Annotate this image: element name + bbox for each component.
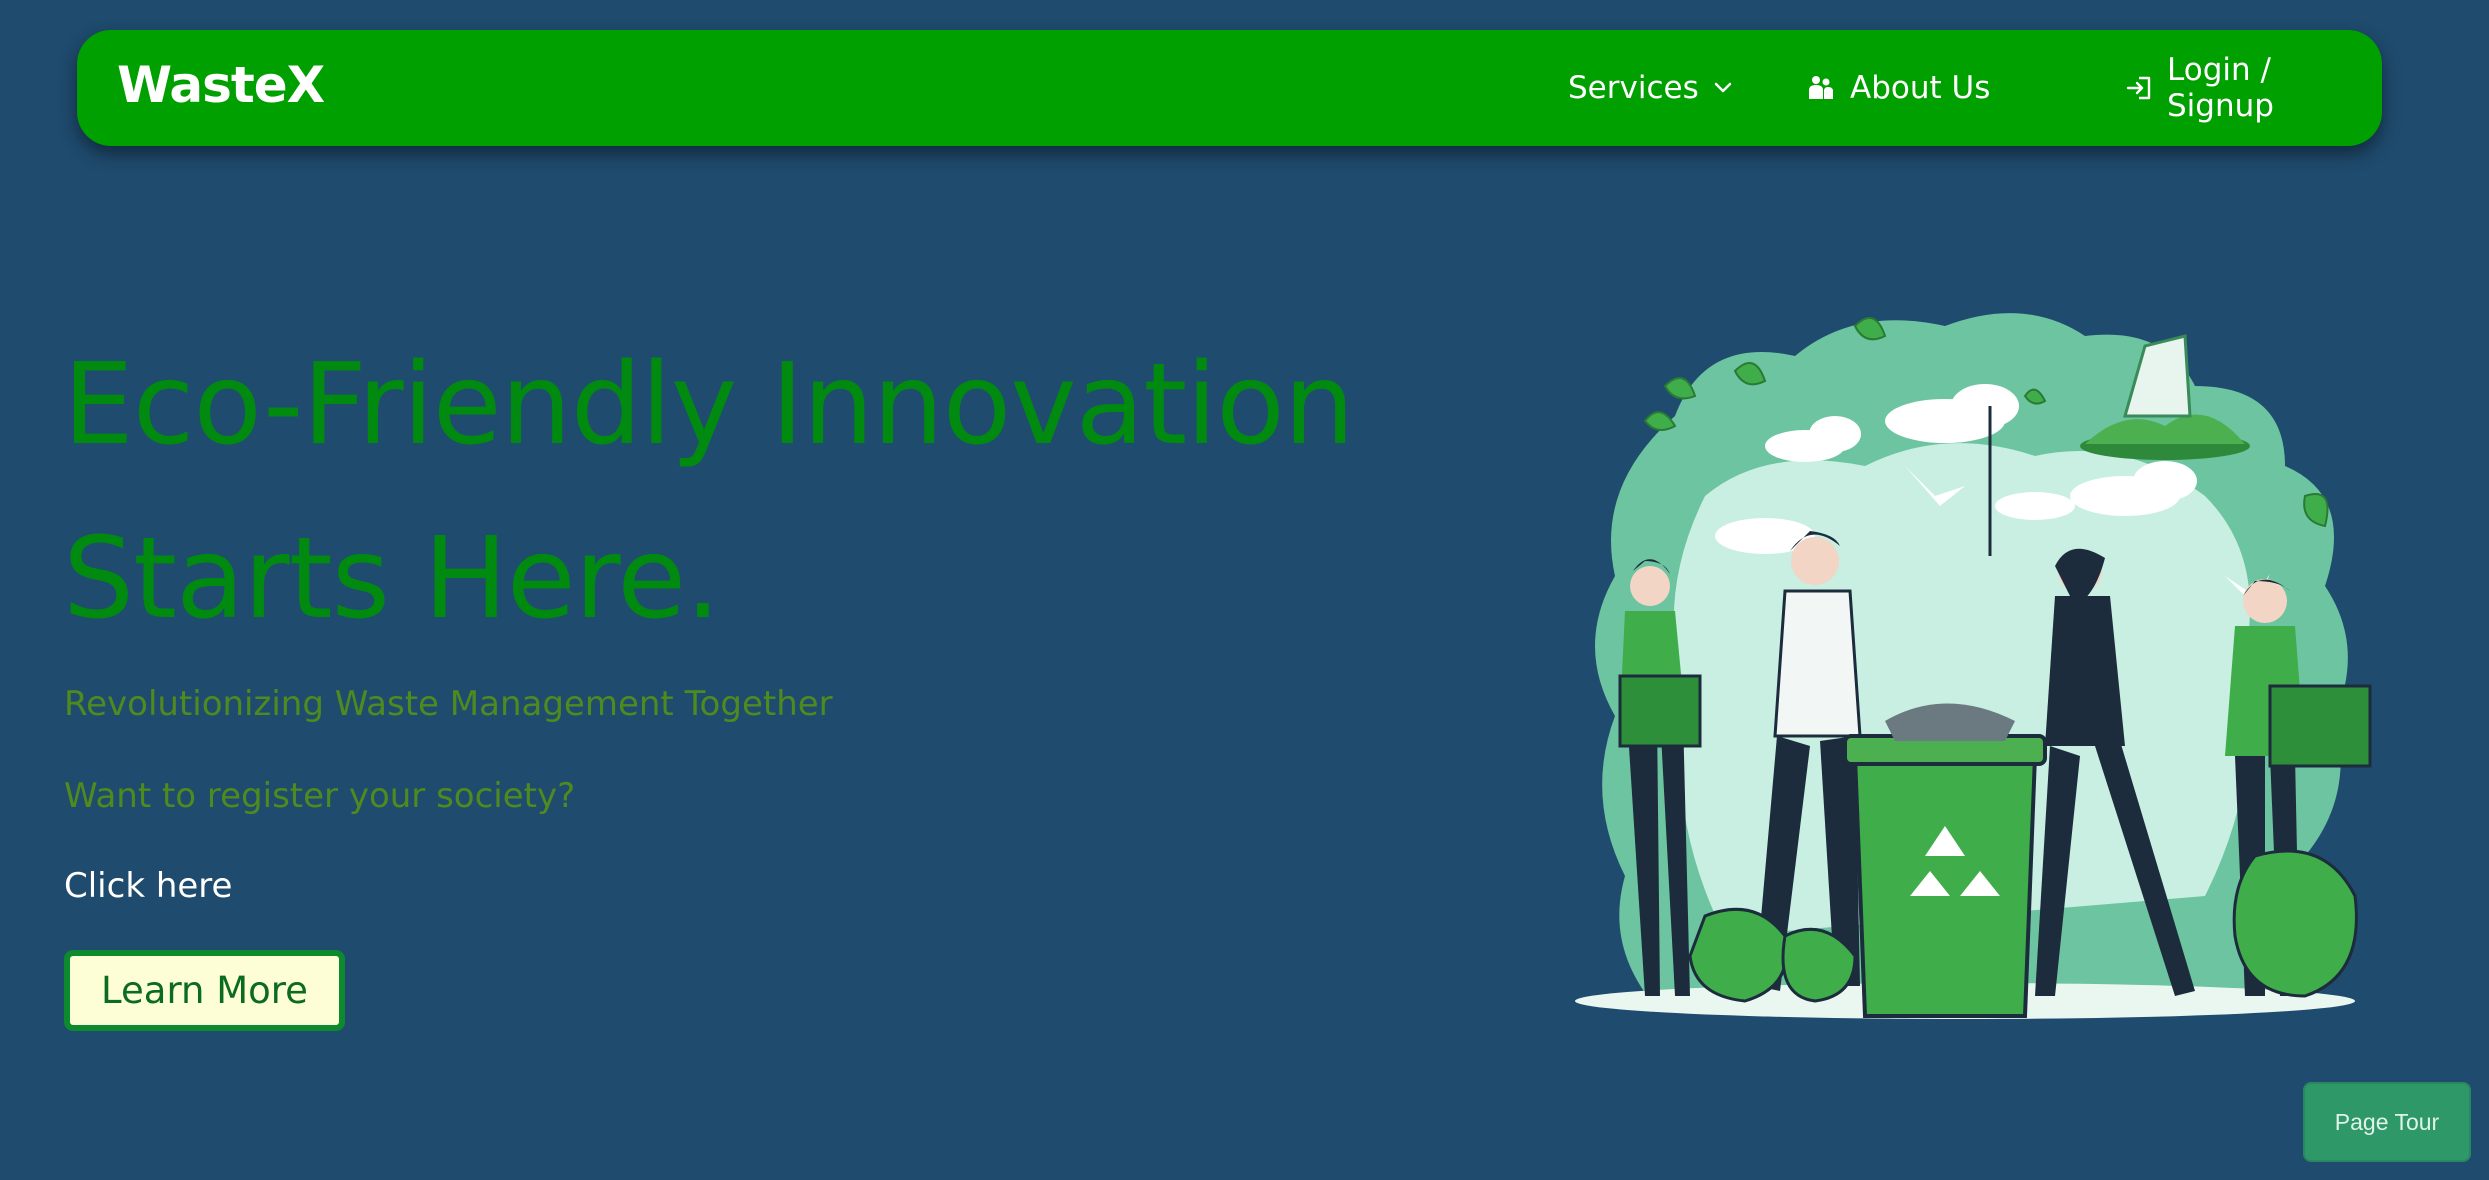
- click-here-link[interactable]: Click here: [64, 866, 232, 906]
- navbar: WasteX Services About Us Login / Signup: [77, 30, 2382, 146]
- recycling-people-illustration: [1565, 296, 2395, 1036]
- page-tour-button[interactable]: Page Tour: [2303, 1082, 2471, 1162]
- hero-title-line2: Starts Here.: [63, 514, 721, 644]
- chevron-down-icon: [1713, 81, 1733, 95]
- about-us-label: About Us: [1850, 70, 1991, 106]
- learn-more-button[interactable]: Learn More: [64, 950, 345, 1031]
- hero-subtitle: Revolutionizing Waste Management Togethe…: [64, 684, 833, 724]
- people-icon: [1806, 73, 1836, 103]
- login-signup-link[interactable]: Login / Signup: [2125, 52, 2382, 124]
- hero-title: Eco-Friendly Innovation Starts Here.: [63, 318, 1443, 666]
- login-icon: [2125, 74, 2153, 102]
- brand-logo[interactable]: WasteX: [117, 56, 325, 114]
- hero-title-line1: Eco-Friendly Innovation: [63, 340, 1355, 470]
- services-menu[interactable]: Services: [1568, 66, 1733, 110]
- register-prompt: Want to register your society?: [64, 776, 576, 816]
- recycle-bin-icon: [1843, 703, 2047, 1018]
- services-label: Services: [1568, 70, 1699, 106]
- login-signup-label: Login / Signup: [2167, 52, 2274, 124]
- about-us-link[interactable]: About Us: [1806, 66, 1990, 110]
